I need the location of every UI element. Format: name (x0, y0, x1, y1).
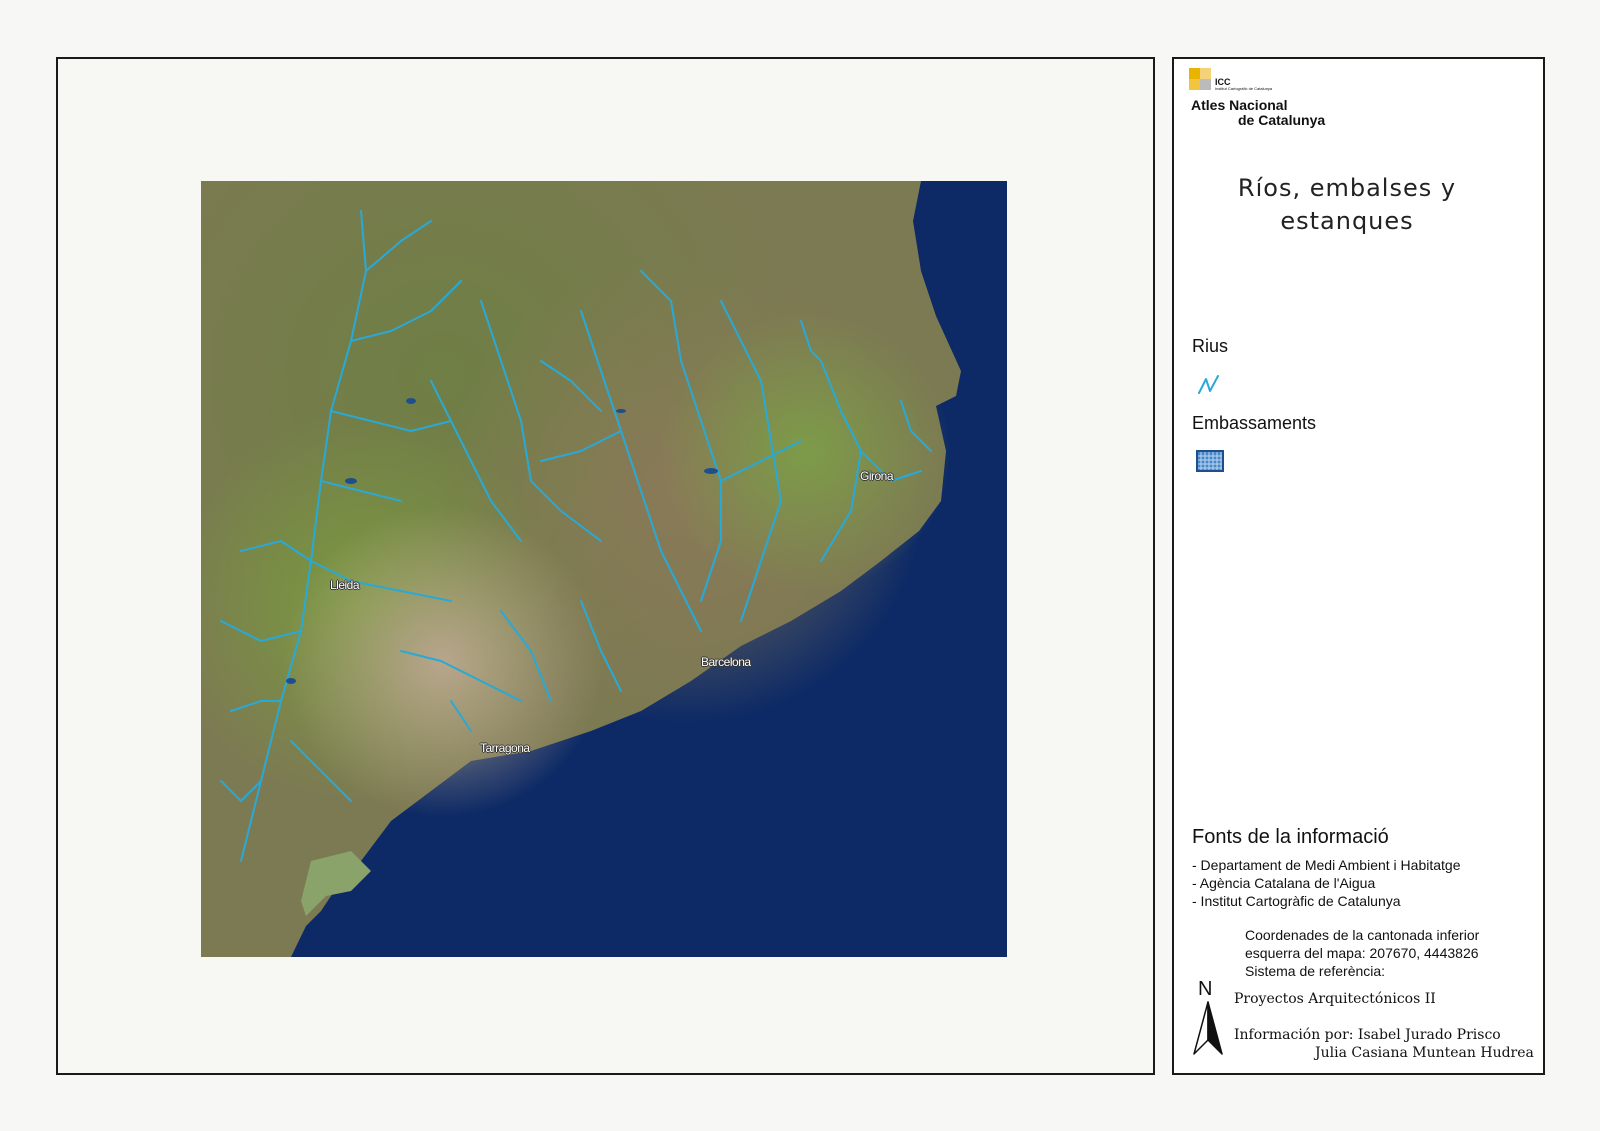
logo-square-1 (1189, 68, 1200, 79)
logo-square-3 (1189, 79, 1200, 90)
logo-square-2 (1200, 68, 1211, 79)
sources-list: - Departament de Medi Ambient i Habitatg… (1192, 856, 1460, 910)
map-title: Ríos, embalses y estanques (1237, 174, 1457, 235)
city-label-girona: Girona (860, 469, 894, 483)
source-item: - Agència Catalana de l'Aigua (1192, 875, 1376, 891)
coordinates-note: Coordenades de la cantonada inferior esq… (1245, 926, 1479, 980)
coordinates-line: esquerra del mapa: 207670, 4443826 (1245, 945, 1479, 961)
city-label-barcelona: Barcelona (701, 655, 751, 669)
logo-line1: Atles Nacional (1191, 97, 1288, 113)
logo-square-4 (1200, 79, 1211, 90)
source-item: - Departament de Medi Ambient i Habitatg… (1192, 857, 1461, 873)
source-item: - Institut Cartogràfic de Catalunya (1192, 893, 1401, 909)
legend-rivers-label: Rius (1192, 336, 1229, 356)
city-label-tarragona: Tarragona (480, 741, 530, 755)
north-label: N (1198, 978, 1212, 1000)
north-arrow-icon: N (1193, 978, 1223, 1055)
credits-info: Información por: Isabel Jurado Prisco (1234, 1027, 1501, 1043)
credits-course: Proyectos Arquitectónicos II (1234, 991, 1436, 1007)
river-line-icon (1198, 375, 1219, 394)
legend-reservoirs-label: Embassaments (1192, 413, 1317, 433)
reservoir-grid-icon (1196, 450, 1224, 472)
coordinates-line: Coordenades de la cantonada inferior (1245, 927, 1480, 943)
coordinates-line: Sistema de referència: (1245, 963, 1386, 979)
satellite-map (201, 181, 1007, 957)
icc-logo: ICC Institut Cartogràfic de Catalunya At… (1189, 68, 1339, 128)
city-label-lleida: Lleida (330, 578, 360, 592)
credits: Proyectos Arquitectónicos II Información… (1234, 990, 1534, 1062)
sources-heading: Fonts de la informació (1192, 826, 1389, 848)
credits-author2: Julia Casiana Muntean Hudrea (1315, 1045, 1534, 1061)
logo-line2: de Catalunya (1238, 112, 1326, 128)
logo-institute: Institut Cartogràfic de Catalunya (1215, 86, 1273, 91)
